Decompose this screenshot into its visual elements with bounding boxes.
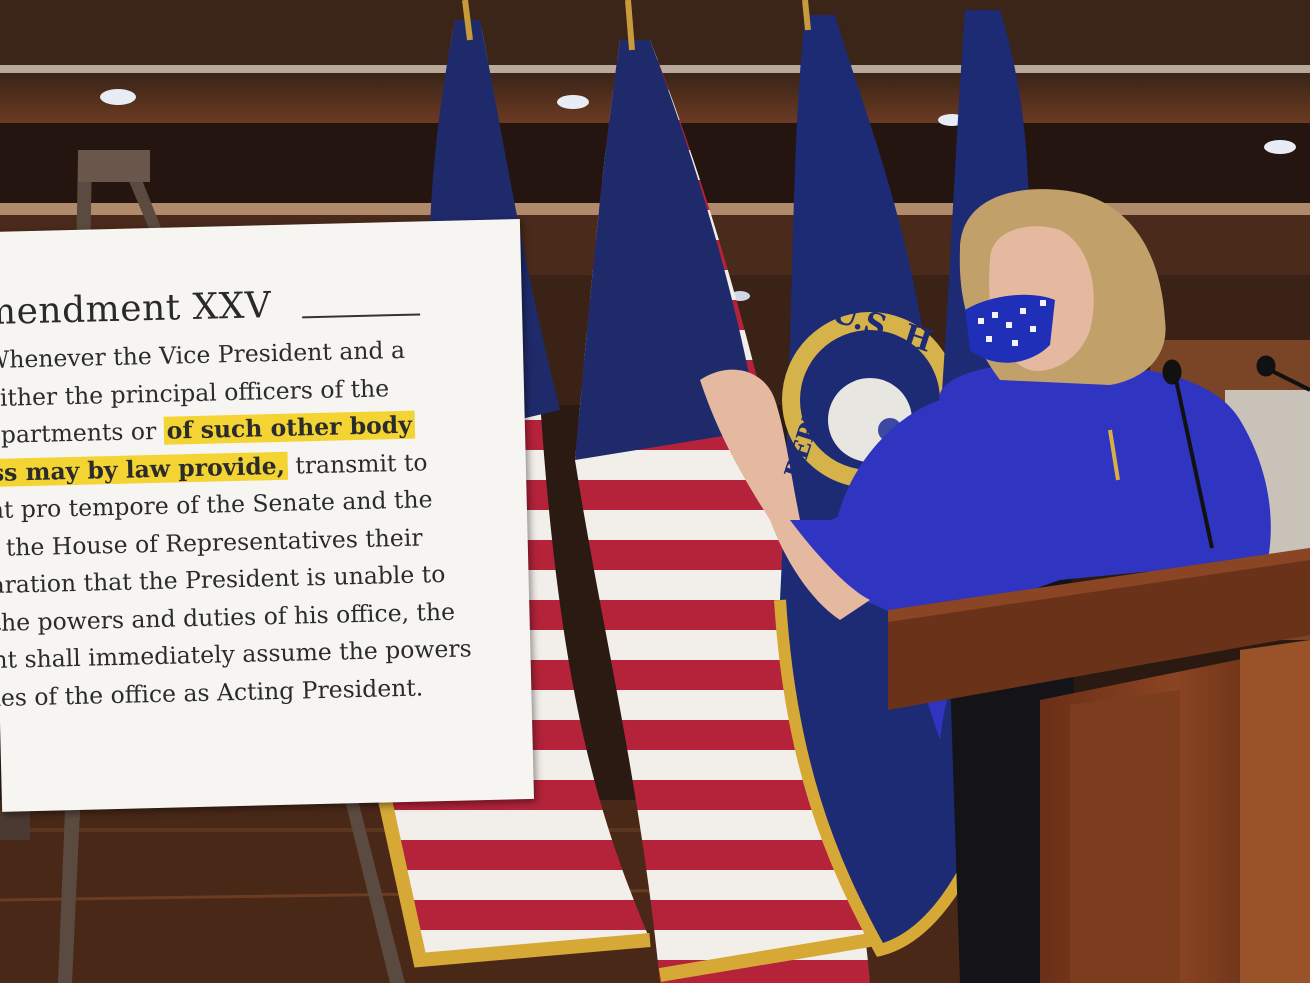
highlighted-phrase: of such other body	[163, 410, 416, 445]
sign-title-rule	[302, 313, 421, 319]
press-conference-photo: mendment XXV Whenever the Vice President…	[0, 0, 1310, 983]
sign-title: mendment XXV	[0, 285, 272, 334]
ceiling-light	[557, 95, 589, 109]
sign-body: Whenever the Vice President and a either…	[0, 329, 534, 717]
amendment-sign: mendment XXV Whenever the Vice President…	[0, 219, 535, 812]
ceiling-light	[1264, 140, 1296, 154]
ceiling-light	[100, 89, 136, 105]
highlighted-phrase: ss may by law provide,	[0, 451, 289, 487]
